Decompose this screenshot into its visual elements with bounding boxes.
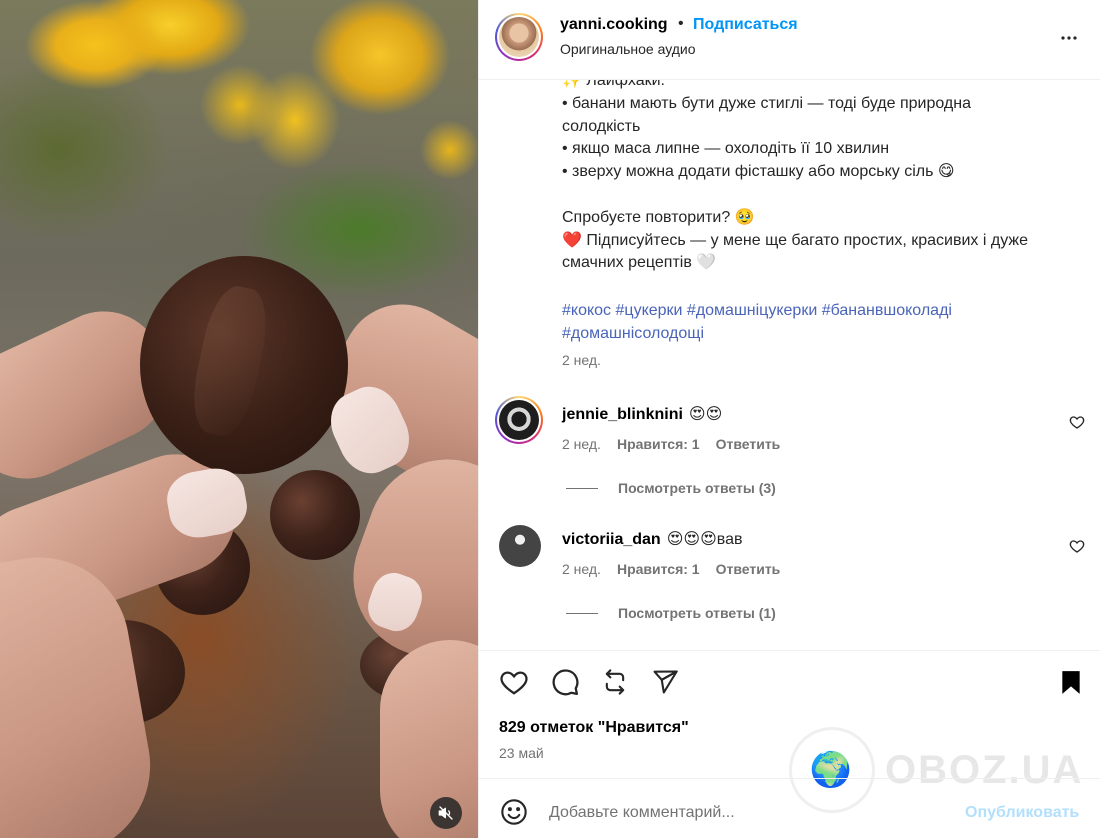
comment-likes[interactable]: Нравится: 1 [617, 436, 700, 452]
comment-username-text[interactable]: jennie_blinknini [562, 406, 683, 423]
comment-likes[interactable]: Нравится: 1 [617, 561, 700, 577]
caption-line: • якщо маса липне — охолодіть її 10 хвил… [562, 140, 890, 158]
view-replies-button[interactable]: Посмотреть ответы (3) [566, 480, 776, 496]
comment-input[interactable] [549, 800, 929, 826]
caption-line [562, 184, 1042, 207]
more-horizontal-icon [1061, 36, 1077, 40]
heart-icon[interactable] [1069, 538, 1085, 554]
save-button[interactable] [1055, 666, 1087, 698]
repost-button[interactable] [599, 666, 631, 698]
post-panel: yanni.cooking • Подписаться Оригинальное… [478, 0, 1100, 838]
hashtag-link[interactable]: #домашнісолодощі [562, 325, 704, 342]
comment-meta: 2 нед. Нравится: 1 Ответить [562, 561, 780, 577]
caption-line: • банани мають бути дуже стиглі — тоді б… [562, 94, 976, 135]
comment-icon [552, 669, 579, 696]
hashtag-link[interactable]: #кокос [562, 302, 616, 319]
author-avatar-image [499, 17, 539, 57]
hashtags: #кокос #цукерки #домашніцукерки #бананвш… [562, 300, 1042, 346]
comment-avatar[interactable] [499, 525, 541, 567]
reply-button[interactable]: Ответить [716, 561, 781, 577]
replies-divider [566, 612, 598, 614]
comment-time[interactable]: 2 нед. [562, 561, 601, 577]
hashtag-link[interactable]: #домашніцукерки [687, 302, 822, 319]
comment-meta: 2 нед. Нравится: 1 Ответить [562, 436, 780, 452]
author-username[interactable]: yanni.cooking [560, 16, 668, 34]
comment-username[interactable]: victoriia_dan 😍😍😍вав [562, 529, 742, 549]
repost-icon [605, 669, 625, 695]
add-comment-bar: Опубликовать [479, 778, 1100, 838]
mute-button[interactable] [430, 797, 462, 829]
speaker-muted-icon [438, 806, 453, 820]
chocolate-bonbon [140, 256, 348, 474]
heart-icon[interactable] [1069, 414, 1085, 430]
post-header: yanni.cooking • Подписаться Оригинальное… [479, 0, 1100, 80]
comments-scroll-area[interactable]: ✨ Лайфхаки: • банани мають бути дуже сти… [479, 80, 1100, 651]
more-options-button[interactable] [1057, 26, 1081, 50]
view-replies-label: Посмотреть ответы (1) [618, 605, 776, 621]
bonbon-background [270, 470, 360, 560]
like-button[interactable] [498, 666, 530, 698]
follow-button[interactable]: Подписаться [693, 16, 798, 34]
caption-line: • зверху можна додати фісташку або морсь… [562, 163, 955, 181]
comment-username-text[interactable]: victoriia_dan [562, 531, 661, 548]
comment-avatar[interactable] [495, 396, 543, 444]
view-replies-label: Посмотреть ответы (3) [618, 480, 776, 496]
emoji-icon [501, 799, 527, 825]
comment-text: 😍😍 [688, 406, 723, 423]
heart-icon [500, 671, 528, 695]
caption-timestamp[interactable]: 2 нед. [562, 352, 601, 368]
share-icon [653, 670, 678, 694]
bookmark-icon [1062, 671, 1080, 694]
emoji-button[interactable] [499, 797, 529, 827]
publish-button[interactable]: Опубликовать [965, 804, 1079, 822]
separator-dot: • [678, 15, 684, 32]
comment-username[interactable]: jennie_blinknini 😍😍 [562, 404, 722, 424]
hashtag-link[interactable]: #бананвшоколаді [822, 302, 952, 319]
post-video[interactable] [0, 0, 478, 838]
post-caption: ✨ Лайфхаки: • банани мають бути дуже сти… [562, 80, 1042, 275]
comment-text: 😍😍😍вав [666, 531, 743, 548]
share-button[interactable] [649, 666, 681, 698]
action-bar [479, 651, 1100, 719]
view-replies-button[interactable]: Посмотреть ответы (1) [566, 605, 776, 621]
caption-line: ✨ Лайфхаки: [562, 80, 665, 89]
reply-button[interactable]: Ответить [716, 436, 781, 452]
caption-line: Спробуєте повторити? 🥹 [562, 208, 755, 226]
post-date[interactable]: 23 май [499, 745, 544, 761]
hand-right-lower [380, 640, 478, 838]
hashtag-link[interactable]: #цукерки [616, 302, 687, 319]
audio-link[interactable]: Оригинальное аудио [560, 41, 696, 57]
replies-divider [566, 487, 598, 489]
comment-button[interactable] [549, 666, 581, 698]
comment-avatar-image [499, 400, 539, 440]
comment-time[interactable]: 2 нед. [562, 436, 601, 452]
caption-line: ❤️ Підписуйтесь — у мене ще багато прост… [562, 231, 1033, 272]
likes-count[interactable]: 829 отметок "Нравится" [499, 719, 689, 737]
author-avatar[interactable] [495, 13, 543, 61]
